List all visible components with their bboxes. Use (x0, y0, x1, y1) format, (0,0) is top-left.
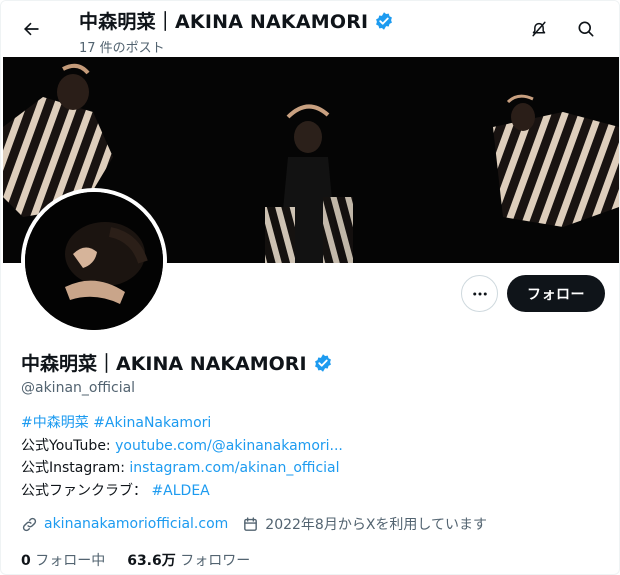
follow-counts: 0 フォロー中 63.6万 フォロワー (21, 550, 250, 570)
followers-link[interactable]: 63.6万 フォロワー (127, 550, 250, 570)
following-label: フォロー中 (35, 553, 106, 569)
joined-item: 2022年8月からXを利用しています (242, 514, 487, 534)
verified-badge-icon (376, 11, 393, 30)
back-arrow-icon (24, 22, 39, 36)
notification-toggle-button[interactable] (523, 13, 555, 45)
bio-fanclub-line: 公式ファンクラブ： #ALDEA (21, 480, 343, 503)
header-display-name: 中森明菜｜AKINA NAKAMORI (79, 11, 369, 33)
profile-bio: #中森明菜 #AkinaNakamori 公式YouTube: youtube.… (21, 412, 343, 502)
post-count: 17 件のポスト (79, 41, 165, 56)
website-link[interactable]: akinanakamoriofficial.com (44, 516, 228, 532)
followers-label: フォロワー (180, 553, 251, 569)
fanclub-label: 公式ファンクラブ： (21, 482, 147, 499)
search-button[interactable] (570, 13, 602, 45)
profile-display-name: 中森明菜｜AKINA NAKAMORI (21, 349, 333, 376)
profile-page: 中森明菜｜AKINA NAKAMORI 17 件のポスト フォロー 中森明菜｜A… (0, 0, 620, 575)
instagram-label: 公式Instagram: (21, 460, 125, 476)
website-item: akinanakamoriofficial.com (21, 516, 228, 533)
calendar-icon (244, 516, 258, 531)
verified-badge-icon[interactable] (313, 353, 333, 373)
youtube-label: 公式YouTube: (21, 437, 111, 454)
bio-instagram-line: 公式Instagram: instagram.com/akinan_offici… (21, 457, 343, 480)
following-count: 0 (21, 553, 31, 569)
top-bar: 中森明菜｜AKINA NAKAMORI 17 件のポスト (1, 1, 619, 57)
bio-youtube-line: 公式YouTube: youtube.com/@akinanakamori... (21, 435, 343, 458)
profile-avatar[interactable] (21, 188, 167, 334)
followers-count: 63.6万 (127, 553, 176, 569)
link-icon (22, 517, 37, 531)
instagram-link[interactable]: instagram.com/akinan_official (129, 460, 339, 476)
notification-off-icon (532, 21, 546, 37)
fanclub-link[interactable]: #ALDEA (151, 483, 209, 499)
header-title: 中森明菜｜AKINA NAKAMORI 17 件のポスト (79, 7, 394, 56)
display-name-text: 中森明菜｜AKINA NAKAMORI (21, 353, 307, 375)
bio-hashtags: #中森明菜 #AkinaNakamori (21, 412, 343, 435)
back-button[interactable] (15, 13, 47, 45)
hashtag-link[interactable]: #中森明菜 (21, 415, 89, 431)
avatar-image (25, 192, 163, 330)
joined-date: 2022年8月からXを利用しています (265, 517, 487, 533)
youtube-link[interactable]: youtube.com/@akinanakamori... (115, 438, 343, 454)
hashtag-link[interactable]: #AkinaNakamori (93, 415, 211, 431)
follow-button[interactable]: フォロー (507, 275, 605, 312)
more-options-button[interactable] (461, 275, 498, 312)
search-icon (578, 21, 594, 37)
profile-handle: @akinan_official (21, 380, 136, 396)
profile-meta: akinanakamoriofficial.com 2022年8月からXを利用し… (21, 514, 501, 534)
following-link[interactable]: 0 フォロー中 (21, 550, 105, 570)
more-icon (472, 292, 487, 295)
